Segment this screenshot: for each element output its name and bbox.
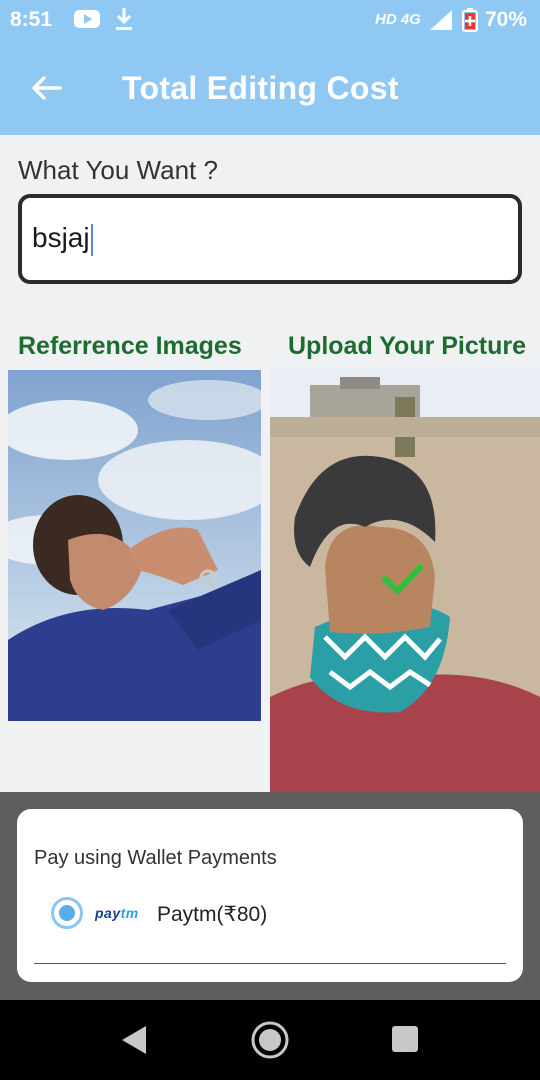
prompt-label: What You Want ?: [18, 155, 218, 185]
paytm-logo: paytm: [95, 905, 139, 921]
signal-icon: [430, 10, 452, 30]
uploaded-picture[interactable]: [270, 367, 540, 792]
app-bar: Total Editing Cost: [0, 40, 540, 135]
payment-bottom-sheet: Pay using Wallet Payments paytm Paytm(₹8…: [17, 809, 523, 982]
status-bar: 8:51 HD 4G 70%: [0, 0, 540, 40]
page-title: Total Editing Cost: [122, 70, 399, 106]
download-icon: [116, 8, 132, 30]
paytm-radio-button[interactable]: [51, 897, 83, 929]
recents-square-icon[interactable]: [392, 1026, 418, 1052]
system-nav-bar: [0, 1000, 540, 1080]
request-input[interactable]: bsjaj: [18, 194, 522, 284]
payment-heading: Pay using Wallet Payments: [34, 847, 277, 869]
reference-image[interactable]: [8, 370, 261, 721]
status-time: 8:51: [10, 8, 53, 31]
battery-charging-icon: [462, 8, 478, 32]
upload-picture-title: Upload Your Picture: [288, 332, 527, 360]
text-caret: [90, 223, 93, 256]
home-circle-icon[interactable]: [250, 1020, 290, 1060]
paytm-option-label[interactable]: Paytm(₹80): [157, 902, 267, 927]
arrow-back-icon[interactable]: [28, 70, 64, 106]
sheet-divider: [34, 963, 506, 964]
request-input-value: bsjaj: [32, 222, 93, 256]
back-triangle-icon[interactable]: [120, 1024, 148, 1056]
network-type: HD 4G: [375, 11, 421, 28]
battery-percent: 70%: [485, 8, 528, 31]
youtube-icon: [74, 10, 100, 28]
reference-images-title: Referrence Images: [18, 332, 242, 360]
